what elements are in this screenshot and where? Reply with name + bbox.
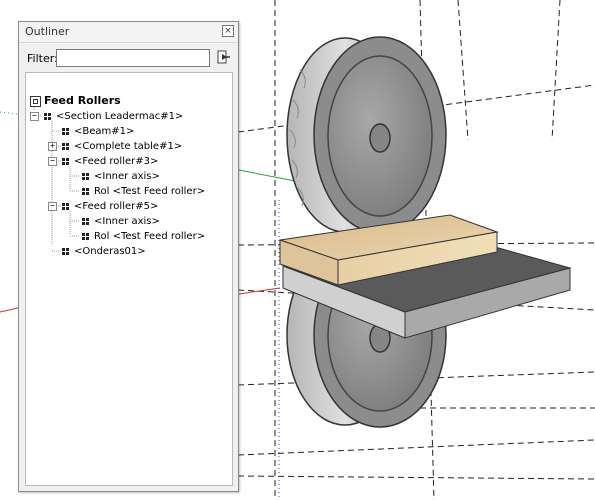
filter-label: Filter:: [27, 52, 58, 65]
outliner-panel: Outliner × Filter: Feed Rollers − <Secti…: [18, 21, 239, 492]
tree-item-section-leadermac[interactable]: − <Section Leadermac#1>: [26, 109, 230, 124]
filter-row: Filter:: [25, 49, 232, 69]
model-icon: [30, 96, 41, 107]
component-icon: [82, 233, 89, 240]
component-icon: [62, 128, 69, 135]
component-icon: [82, 218, 89, 225]
component-icon: [44, 113, 51, 120]
tree-item-label: <Feed roller#3>: [74, 156, 159, 167]
tree-item-label: <Complete table#1>: [74, 141, 183, 152]
tree-item-rol-b[interactable]: Rol <Test Feed roller>: [26, 229, 230, 244]
tree-item-label: <Section Leadermac#1>: [56, 111, 184, 122]
tree-item-complete-table[interactable]: + <Complete table#1>: [26, 139, 230, 154]
collapse-icon[interactable]: −: [48, 202, 57, 211]
tree-item-label: <Onderas01>: [74, 246, 146, 257]
close-button[interactable]: ×: [222, 25, 234, 37]
filter-input[interactable]: [56, 49, 210, 67]
component-icon: [62, 248, 69, 255]
upper-feed-roller: [286, 36, 447, 234]
close-icon: ×: [224, 26, 232, 36]
tree-item-inner-axis-a[interactable]: <Inner axis>: [26, 169, 230, 184]
tree-item-label: Rol <Test Feed roller>: [94, 231, 206, 242]
tree-item-label: <Beam#1>: [74, 126, 135, 137]
collapse-icon[interactable]: −: [30, 112, 39, 121]
component-icon: [62, 203, 69, 210]
red-axis: [0, 307, 19, 313]
outliner-tree[interactable]: Feed Rollers − <Section Leadermac#1> <Be…: [25, 72, 233, 486]
outliner-title: Outliner: [25, 25, 70, 38]
tree-item-inner-axis-b[interactable]: <Inner axis>: [26, 214, 230, 229]
tree-root-label: Feed Rollers: [44, 94, 121, 107]
tree-item-feed-roller-5[interactable]: − <Feed roller#5>: [26, 199, 230, 214]
collapse-icon[interactable]: −: [48, 157, 57, 166]
tree-item-label: <Inner axis>: [94, 216, 160, 227]
details-button[interactable]: [215, 49, 233, 67]
tree-item-rol-a[interactable]: Rol <Test Feed roller>: [26, 184, 230, 199]
component-icon: [82, 188, 89, 195]
arrow-right-icon: [217, 50, 230, 64]
component-icon: [82, 173, 89, 180]
tree-item-label: <Inner axis>: [94, 171, 160, 182]
tree-item-beam[interactable]: <Beam#1>: [26, 124, 230, 139]
outliner-titlebar[interactable]: Outliner ×: [19, 22, 238, 43]
component-icon: [62, 143, 69, 150]
component-icon: [62, 158, 69, 165]
tree-item-onderas01[interactable]: <Onderas01>: [26, 244, 230, 259]
green-axis-dotted: [0, 111, 19, 115]
tree-item-label: Rol <Test Feed roller>: [94, 186, 206, 197]
tree-item-label: <Feed roller#5>: [74, 201, 159, 212]
red-axis-right: [238, 287, 281, 295]
expand-icon[interactable]: +: [48, 142, 57, 151]
tree-item-feed-roller-3[interactable]: − <Feed roller#3>: [26, 154, 230, 169]
tree-root-model[interactable]: Feed Rollers: [28, 93, 228, 108]
